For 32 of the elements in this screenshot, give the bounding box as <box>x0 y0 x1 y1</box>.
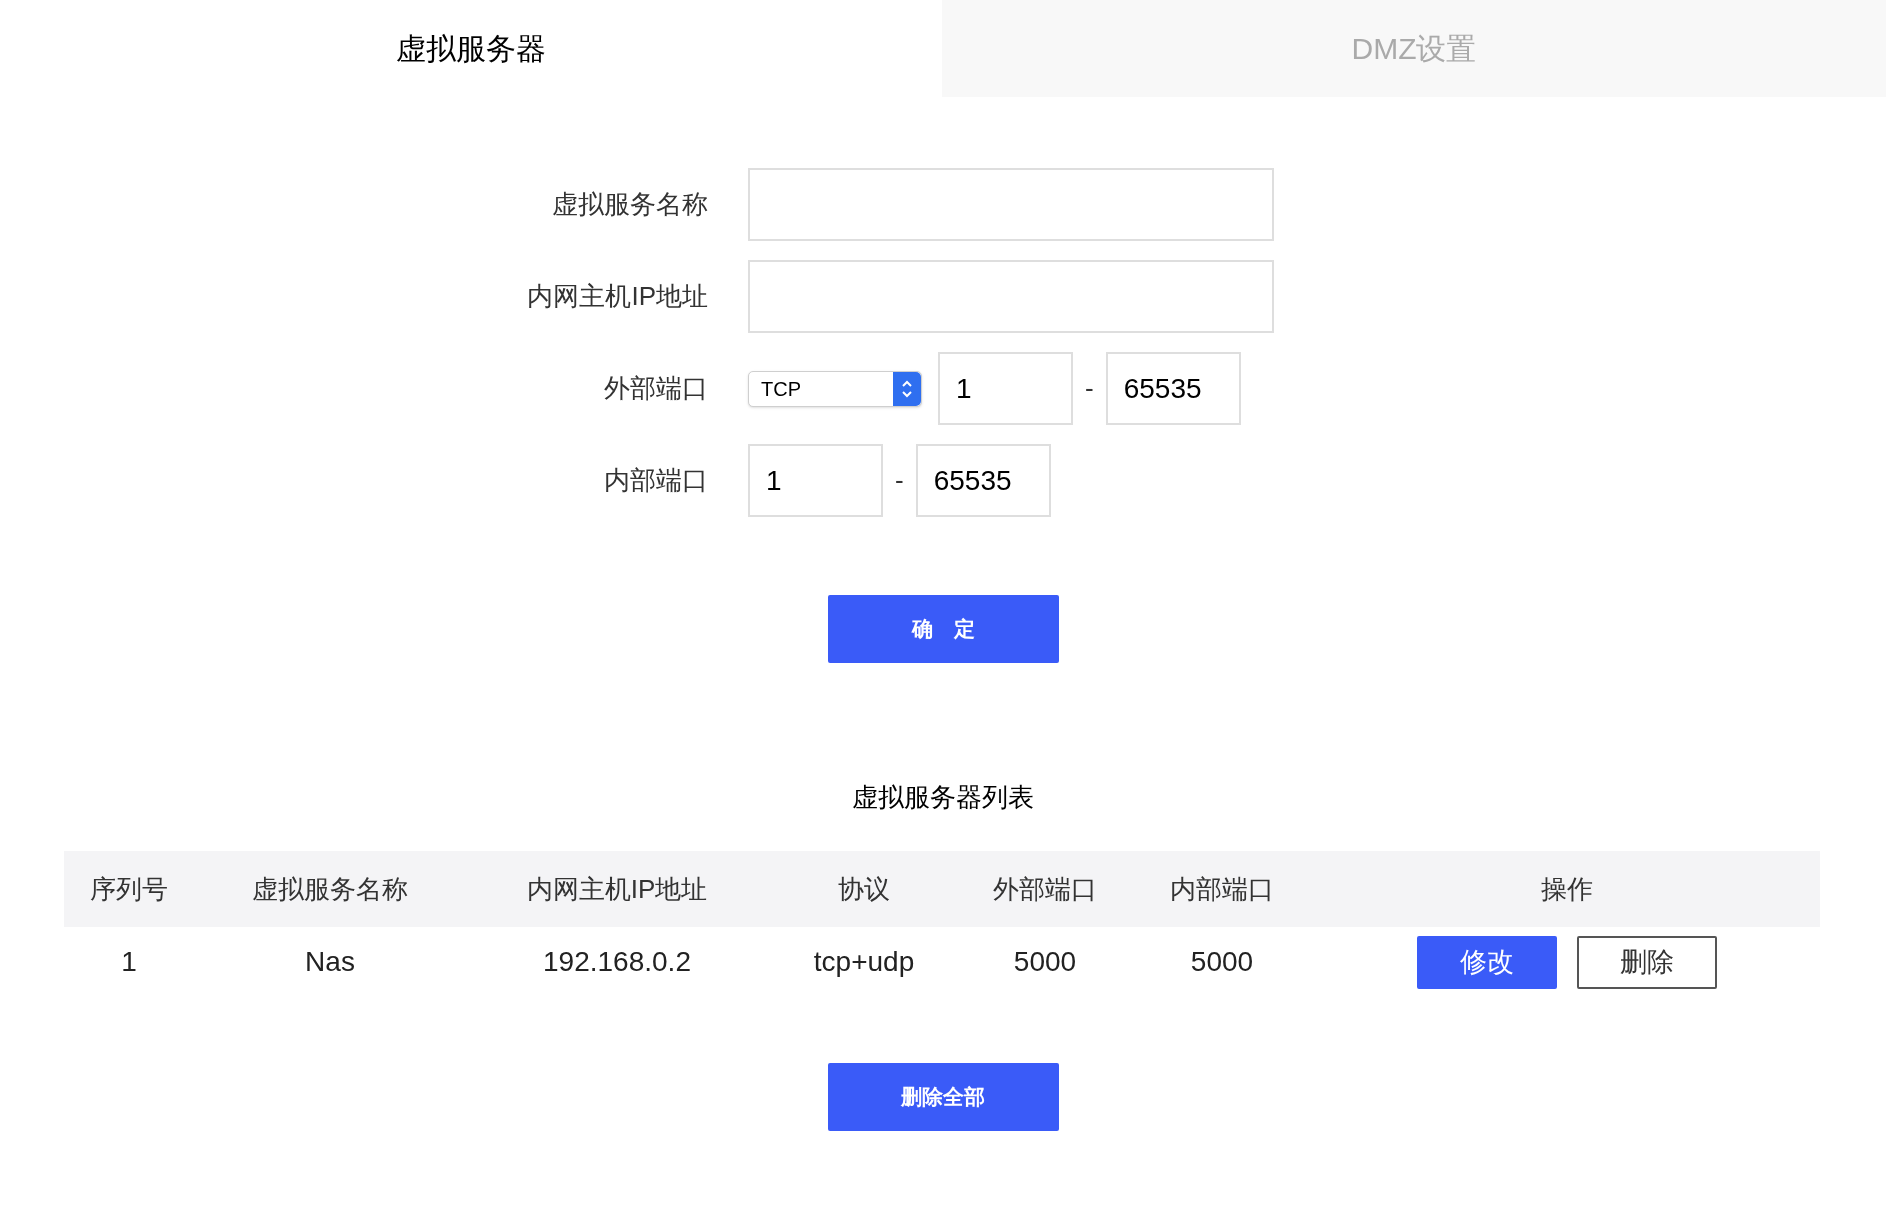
column-header: 虚拟服务名称 <box>251 872 409 906</box>
field-label: 外部端口 <box>603 372 709 405</box>
port-start-field[interactable]: 1 <box>938 352 1073 425</box>
field-label: 虚拟服务名称 <box>551 188 709 221</box>
protocol-select[interactable]: TCP <box>748 370 922 407</box>
delete-all-button[interactable]: 删除全部 <box>827 1063 1059 1131</box>
delete-button[interactable]: 删除 <box>1577 935 1717 989</box>
port-end-field[interactable]: 65535 <box>915 444 1051 517</box>
column-header: 操作 <box>1540 872 1594 906</box>
field-label: 内网主机IP地址 <box>526 280 709 313</box>
column-header: 外部端口 <box>992 872 1098 906</box>
table-cell-text: 192.168.0.2 <box>542 945 692 979</box>
column-header: 内部端口 <box>1169 872 1275 906</box>
port-start-field[interactable]: 1 <box>748 444 883 517</box>
column-header: 内网主机IP地址 <box>525 872 709 906</box>
range-separator: - <box>895 464 904 497</box>
table-cell-text: 1 <box>120 945 138 979</box>
field-label: 内部端口 <box>603 464 709 497</box>
table-cell-text: 5000 <box>1189 945 1255 979</box>
port-end-field[interactable]: 65535 <box>1105 352 1241 425</box>
stepper-icon <box>893 371 921 406</box>
confirm-button[interactable]: 确 定 <box>827 595 1059 663</box>
text-field[interactable] <box>748 260 1274 333</box>
table-cell-text: 5000 <box>1012 945 1078 979</box>
table-cell-text: tcp+udp <box>812 945 916 979</box>
column-header: 序列号 <box>89 872 169 906</box>
text-field[interactable] <box>748 168 1274 241</box>
list-title: 虚拟服务器列表 <box>852 781 1034 814</box>
column-header: 协议 <box>837 872 891 906</box>
range-separator: - <box>1085 372 1094 405</box>
table-cell-text: Nas <box>304 945 356 979</box>
edit-button[interactable]: 修改 <box>1417 935 1557 989</box>
